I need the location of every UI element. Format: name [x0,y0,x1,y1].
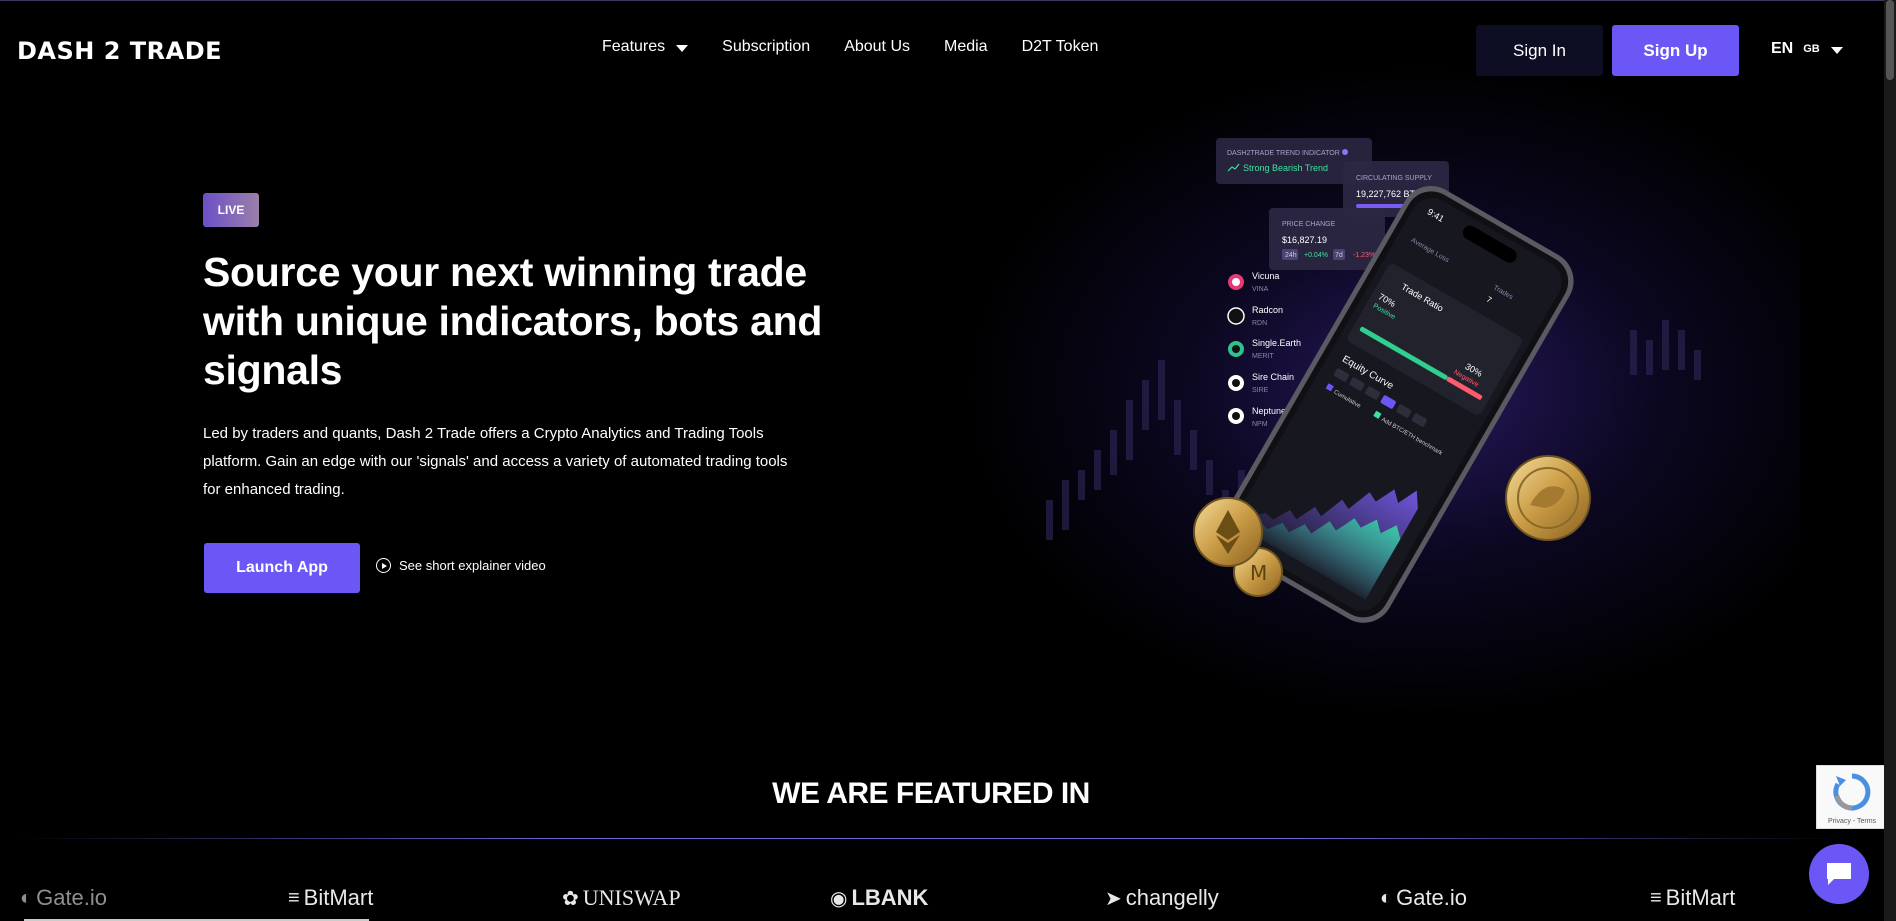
nav-label: Subscription [722,38,811,55]
flag-gb-icon: GB [1803,43,1820,55]
language-selector[interactable]: EN GB [1771,40,1843,58]
bitmart-icon: ≡ [288,886,300,909]
explainer-label: See short explainer video [399,558,546,573]
nav-item-media[interactable]: Media [944,38,988,56]
recaptcha-badge[interactable]: Privacy - Terms [1816,765,1888,829]
main-nav: Features Subscription About Us Media D2T… [602,38,1132,56]
chat-icon [1827,863,1851,885]
nav-label: D2T Token [1021,38,1099,55]
chevron-down-icon [676,45,689,52]
hero-title: Source your next winning trade with uniq… [203,249,823,393]
hero-glow [960,60,1800,720]
partner-logo[interactable]: ≡ BitMart [1650,885,1735,911]
partner-name: Gate.io [1396,885,1468,910]
gate-icon: ◐ [1380,886,1393,909]
top-border [0,0,1896,1]
partner-name: LBANK [851,885,929,910]
partner-logo[interactable]: ≡ BitMart [288,885,373,911]
live-badge: LIVE [203,193,259,227]
bitmart-icon: ≡ [1650,886,1662,909]
nav-label: About Us [844,38,910,55]
nav-item-subscription[interactable]: Subscription [722,38,810,56]
sign-up-button[interactable]: Sign Up [1612,25,1739,76]
partner-name: UNISWAP [582,885,681,910]
partner-logo[interactable]: ◐ Gate.io [1380,885,1467,911]
hero-description: Led by traders and quants, Dash 2 Trade … [203,425,788,498]
partner-name: BitMart [303,885,374,910]
language-label: EN [1771,40,1794,57]
featured-divider [15,838,1845,839]
nav-item-features[interactable]: Features [602,38,689,56]
site-logo[interactable]: DASH 2 TRADE [17,37,222,65]
chevron-down-icon [1830,47,1843,54]
page-scrollbar[interactable] [1884,0,1896,921]
uniswap-icon: ✿ [562,887,579,910]
chat-button[interactable] [1809,844,1869,904]
nav-label: Media [944,38,988,55]
featured-logos: ◐ Gate.io ≡ BitMart ✿ UNISWAP ◉ LBANK ➤ chang… [0,885,1862,915]
lbank-icon: ◉ [830,887,848,910]
launch-app-button[interactable]: Launch App [204,543,360,593]
explainer-video-link[interactable]: See short explainer video [376,558,546,573]
play-icon [376,558,391,573]
partner-logo[interactable]: ✿ UNISWAP [562,885,681,911]
partner-logo[interactable]: ◐ Gate.io [20,885,107,911]
gate-icon: ◐ [20,886,33,909]
nav-item-about-us[interactable]: About Us [844,38,910,56]
featured-title: WE ARE FEATURED IN [772,777,1090,810]
partner-name: Gate.io [36,885,108,910]
nav-item-d2t-token[interactable]: D2T Token [1022,38,1099,56]
partner-name: BitMart [1665,885,1736,910]
recaptcha-icon [1833,773,1871,811]
changelly-icon: ➤ [1105,887,1122,910]
scrollbar-thumb[interactable] [1886,0,1894,80]
partner-name: changelly [1125,885,1219,910]
partner-logo[interactable]: ◉ LBANK [830,885,928,911]
nav-label: Features [602,38,666,55]
recaptcha-text: Privacy - Terms [1827,818,1877,825]
partner-logo[interactable]: ➤ changelly [1105,885,1219,911]
sign-in-button[interactable]: Sign In [1476,25,1603,76]
